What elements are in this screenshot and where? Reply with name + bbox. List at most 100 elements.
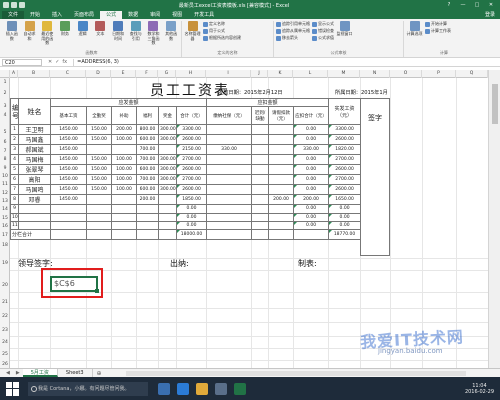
cell-bonus[interactable]: 300.00: [158, 134, 177, 146]
row-header[interactable]: 18: [0, 243, 10, 248]
excel-icon[interactable]: [234, 382, 246, 395]
cell-ded[interactable]: 0.00: [293, 220, 330, 231]
undo-icon[interactable]: [11, 2, 17, 8]
cell-name[interactable]: 马国鸣: [18, 184, 51, 196]
cell-wel[interactable]: [136, 220, 159, 231]
cell-leave[interactable]: [268, 124, 295, 136]
column-header-p[interactable]: P: [422, 70, 456, 78]
header-payable[interactable]: 应发金额: [49, 97, 208, 108]
column-header-c[interactable]: C: [50, 70, 86, 78]
cell-wel[interactable]: 600.00: [136, 134, 159, 146]
cell-no[interactable]: 9: [10, 204, 19, 214]
cell-actual[interactable]: 3300.00: [328, 124, 362, 136]
cell-total[interactable]: 2700.00: [175, 154, 208, 166]
financial-button[interactable]: 财务: [57, 21, 73, 37]
cell-no[interactable]: 7: [10, 184, 19, 196]
cell-no[interactable]: 4: [10, 154, 19, 166]
column-header-i[interactable]: I: [206, 70, 251, 78]
cell-sub[interactable]: 100.00: [111, 184, 137, 196]
cell-no[interactable]: 11: [10, 220, 19, 231]
cell-total[interactable]: 2600.00: [175, 164, 208, 176]
cell-social[interactable]: [206, 164, 253, 176]
cell-sub[interactable]: 100.00: [111, 174, 137, 186]
row-header[interactable]: 25: [0, 352, 10, 357]
cell-no[interactable]: 2: [10, 134, 19, 146]
cell-empty[interactable]: [206, 229, 253, 241]
cell-base[interactable]: 1450.00: [50, 174, 87, 186]
next-sheet-icon[interactable]: ▶: [13, 370, 23, 376]
tab-insert[interactable]: 插入: [46, 11, 68, 19]
cell-wel[interactable]: 700.00: [136, 144, 159, 156]
cell-allow[interactable]: 150.00: [86, 174, 112, 186]
watch-window-button[interactable]: 监视窗口: [336, 21, 353, 37]
cell-empty[interactable]: [158, 229, 177, 241]
row-header[interactable]: 2: [0, 91, 10, 96]
logical-button[interactable]: 逻辑: [75, 21, 91, 37]
row-header[interactable]: 5: [0, 130, 10, 135]
column-header-l[interactable]: L: [293, 70, 328, 78]
cell-total[interactable]: 2600.00: [175, 184, 208, 196]
math-trig-button[interactable]: 数学和三角函数: [146, 21, 162, 46]
tab-developer[interactable]: 开发工具: [188, 11, 220, 19]
cell-total[interactable]: 2150.00: [175, 144, 208, 156]
cell-leave[interactable]: [268, 134, 295, 146]
tab-page-layout[interactable]: 页面布局: [68, 11, 100, 19]
calc-now-button[interactable]: 开始计算: [425, 21, 451, 27]
trace-dependents-button[interactable]: 追踪从属单元格: [276, 28, 310, 34]
cell-social[interactable]: 330.00: [206, 144, 253, 156]
cell-no[interactable]: 5: [10, 164, 19, 176]
cell-social[interactable]: [206, 154, 253, 166]
cell-ded[interactable]: 0.00: [293, 204, 330, 214]
more-functions-button[interactable]: 其他函数: [163, 21, 179, 41]
subtotal-actual[interactable]: 18770.00: [328, 229, 362, 241]
row-header[interactable]: 19: [0, 261, 10, 266]
column-header-o[interactable]: O: [390, 70, 422, 78]
cell-ded[interactable]: 0.00: [293, 174, 330, 186]
cell-empty[interactable]: [111, 229, 137, 241]
header-leave[interactable]: 请假扣款（元）: [268, 106, 295, 126]
cell-actual[interactable]: 2600.00: [328, 134, 362, 146]
row-header[interactable]: 8: [0, 157, 10, 162]
header-subsidy[interactable]: 补助: [111, 106, 137, 126]
cell-social[interactable]: [206, 174, 253, 186]
column-header-n[interactable]: N: [360, 70, 390, 78]
cell-allow[interactable]: 150.00: [86, 124, 112, 136]
column-header-b[interactable]: B: [18, 70, 50, 78]
cell-bonus[interactable]: [158, 204, 177, 214]
cell-sub[interactable]: [111, 204, 137, 214]
cell-total[interactable]: 2600.00: [175, 134, 208, 146]
cell-leave[interactable]: [268, 212, 295, 222]
cell-actual[interactable]: 0.00: [328, 220, 362, 231]
row-header[interactable]: 22: [0, 314, 10, 319]
cell-ded[interactable]: 0.00: [293, 212, 330, 222]
cell-allow[interactable]: [86, 204, 112, 214]
cell-base[interactable]: 1450.00: [50, 194, 87, 206]
evaluate-formula-button[interactable]: 公式求值: [312, 35, 334, 41]
cell-ded[interactable]: 0.00: [293, 134, 330, 146]
cell-social[interactable]: [206, 212, 253, 222]
cell-total[interactable]: 0.00: [175, 220, 208, 231]
cell-name[interactable]: 邓睿: [18, 194, 51, 206]
column-header-h[interactable]: H: [176, 70, 206, 78]
cell-wel[interactable]: 600.00: [136, 164, 159, 176]
column-header-a[interactable]: A: [10, 70, 18, 78]
cell-no[interactable]: 8: [10, 194, 19, 206]
signature-column[interactable]: 签字: [360, 98, 390, 256]
tab-review[interactable]: 审阅: [144, 11, 166, 19]
cell-bonus[interactable]: 300.00: [158, 154, 177, 166]
cell-bonus[interactable]: 300.00: [158, 164, 177, 176]
cell-absence[interactable]: [251, 154, 270, 166]
cell-allow[interactable]: 150.00: [86, 154, 112, 166]
close-button[interactable]: ✕: [485, 1, 497, 9]
cell-leave[interactable]: [268, 164, 295, 176]
enter-icon[interactable]: ✓: [55, 59, 59, 65]
cell-leave[interactable]: [268, 220, 295, 231]
cell-base[interactable]: 1450.00: [50, 164, 87, 176]
cell-allow[interactable]: 150.00: [86, 164, 112, 176]
vertical-scrollbar[interactable]: [488, 70, 500, 368]
cell-social[interactable]: [206, 204, 253, 214]
row-header[interactable]: 23: [0, 328, 10, 333]
cell-bonus[interactable]: 300.00: [158, 124, 177, 136]
insert-function-button[interactable]: 插入函数: [4, 21, 20, 41]
header-allowance[interactable]: 全勤奖: [86, 106, 112, 126]
